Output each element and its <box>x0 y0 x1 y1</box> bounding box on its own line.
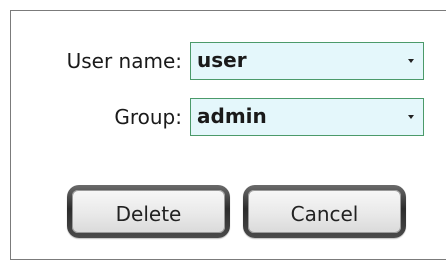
user-name-dropdown[interactable]: user <box>190 42 424 80</box>
cancel-button-face: Cancel <box>248 190 401 233</box>
delete-button[interactable]: Delete <box>67 185 230 238</box>
group-label: Group: <box>114 105 182 129</box>
delete-user-dialog: User name: user Group: admin Delete Canc… <box>10 10 446 260</box>
group-row: Group: admin <box>11 98 446 138</box>
group-dropdown[interactable]: admin <box>190 98 424 136</box>
dropdown-arrow-icon <box>408 115 414 119</box>
dropdown-arrow-icon <box>408 59 414 63</box>
group-value: admin <box>197 104 267 128</box>
user-name-value: user <box>197 48 247 72</box>
delete-button-label: Delete <box>115 202 182 226</box>
cancel-button[interactable]: Cancel <box>243 185 406 238</box>
user-name-row: User name: user <box>11 42 446 82</box>
cancel-button-label: Cancel <box>290 202 359 226</box>
user-name-label: User name: <box>66 49 182 73</box>
delete-button-face: Delete <box>72 190 225 233</box>
